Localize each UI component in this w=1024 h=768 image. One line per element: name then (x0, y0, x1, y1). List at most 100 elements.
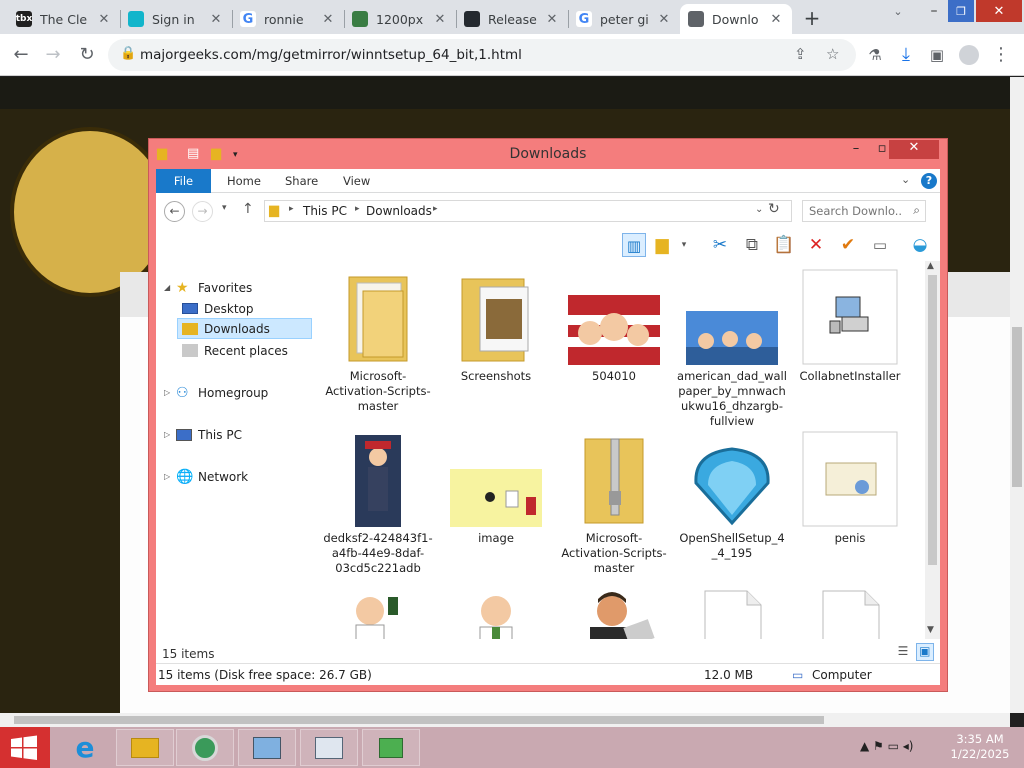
file-item[interactable]: 504010 (559, 265, 669, 384)
task-manager-taskbar-icon[interactable] (300, 729, 358, 766)
control-panel-taskbar-icon[interactable] (238, 729, 296, 766)
nav-desktop[interactable]: Desktop (182, 298, 254, 319)
expanded-triangle-icon[interactable]: ◢ (164, 283, 176, 292)
shell-icon[interactable]: ◒ (908, 233, 932, 257)
paste-clipboard-icon[interactable]: 📋 (772, 233, 796, 257)
bookmark-star-icon[interactable]: ☆ (826, 45, 839, 63)
app-taskbar-icon[interactable] (362, 729, 420, 766)
explorer-minimize-button[interactable]: – (845, 141, 867, 161)
reload-icon[interactable]: ↻ (76, 44, 98, 66)
taskbar-clock[interactable]: 3:35 AM 1/22/2025 (940, 732, 1020, 762)
scroll-down-arrow-icon[interactable]: ▼ (927, 625, 934, 635)
start-button[interactable] (0, 727, 50, 768)
extension-flask-icon[interactable]: ⚗ (864, 44, 886, 66)
explorer-forward-icon[interactable]: → (192, 201, 213, 222)
details-view-icon[interactable]: ☰ (894, 644, 912, 662)
tab-close-icon[interactable]: ✕ (320, 12, 336, 27)
nav-downloads[interactable]: Downloads (177, 318, 312, 339)
copy-icon[interactable]: ⧉ (740, 233, 764, 257)
collapsed-triangle-icon[interactable]: ▷ (164, 388, 176, 397)
file-item[interactable] (677, 589, 787, 639)
file-item[interactable]: OpenShellSetup_4_4_195 (677, 427, 787, 561)
nav-network[interactable]: ▷ 🌐 Network (164, 466, 248, 487)
nav-homegroup[interactable]: ▷ ⚇ Homegroup (164, 382, 268, 403)
browser-tab[interactable]: Sign in ✕ (120, 4, 232, 34)
file-explorer-taskbar-icon[interactable] (116, 729, 174, 766)
chrome-taskbar-icon[interactable] (176, 729, 234, 766)
breadcrumb-this-pc[interactable]: This PC (303, 204, 347, 218)
browser-tab[interactable]: tbx The Cle ✕ (8, 4, 120, 34)
preview-pane-icon[interactable]: ▥ (622, 233, 646, 257)
new-tab-button[interactable]: + (802, 6, 822, 30)
breadcrumb-arrow-icon[interactable]: ▸ (289, 204, 294, 214)
help-icon[interactable]: ? (921, 173, 937, 189)
internet-explorer-icon[interactable]: e (56, 729, 114, 766)
checkmark-icon[interactable]: ✔ (836, 233, 860, 257)
menu-kebab-icon[interactable]: ⋮ (990, 44, 1012, 66)
download-icon[interactable]: ⤓ (895, 44, 917, 66)
page-vertical-scrollbar[interactable] (1010, 77, 1024, 713)
page-horizontal-scrollbar[interactable] (0, 713, 1010, 727)
explorer-back-icon[interactable]: ← (164, 201, 185, 222)
browser-tab[interactable]: Gpeter gi ✕ (568, 4, 680, 34)
up-arrow-icon[interactable]: ↑ (242, 201, 254, 217)
large-icons-view-icon[interactable]: ▣ (915, 643, 934, 661)
tab-close-icon[interactable]: ✕ (768, 12, 784, 27)
browser-tab[interactable]: Gronnie ✕ (232, 4, 344, 34)
breadcrumb-arrow-icon[interactable]: ▸ (433, 204, 438, 214)
explorer-close-button[interactable]: ✕ (889, 140, 939, 159)
browser-tab[interactable]: Release ✕ (456, 4, 568, 34)
select-folder-icon[interactable]: ▆ (650, 233, 674, 257)
address-bar[interactable]: 🔒 majorgeeks.com/mg/getmirror/winntsetup… (108, 39, 856, 71)
tab-search-chevron-icon[interactable]: ⌄ (884, 0, 912, 22)
nav-this-pc[interactable]: ▷ This PC (164, 424, 242, 445)
system-tray-icons[interactable]: ▲ ⚑ ▭ ◂) (860, 739, 913, 753)
file-item[interactable]: image (441, 427, 551, 546)
collapsed-triangle-icon[interactable]: ▷ (164, 430, 176, 439)
file-item[interactable]: CollabnetInstaller (795, 265, 905, 384)
browser-tab[interactable]: Downlo ✕ (680, 4, 792, 34)
cut-scissors-icon[interactable]: ✂ (708, 233, 732, 257)
ribbon-tab-share[interactable]: Share (285, 169, 318, 193)
breadcrumb-downloads[interactable]: Downloads (366, 204, 432, 218)
ribbon-expand-chevron-icon[interactable]: ⌄ (901, 173, 910, 186)
profile-avatar-icon[interactable] (958, 44, 980, 66)
share-icon[interactable]: ⇪ (794, 45, 807, 63)
nav-recent-places[interactable]: Recent places (182, 340, 288, 361)
file-item[interactable] (795, 589, 905, 639)
explorer-search-box[interactable]: ⌕ (802, 200, 926, 222)
forward-arrow-icon[interactable]: → (42, 44, 64, 66)
explorer-address-bar[interactable]: ▆ ▸ This PC ▸ Downloads ▸ ⌄ (264, 200, 792, 222)
refresh-icon[interactable]: ↻ (768, 201, 780, 217)
file-item[interactable] (559, 589, 669, 639)
restore-button[interactable]: ❐ (948, 0, 974, 22)
search-input[interactable] (803, 201, 903, 221)
minimize-button[interactable]: – (920, 0, 948, 22)
recent-locations-dropdown-icon[interactable]: ▾ (222, 203, 227, 213)
tab-close-icon[interactable]: ✕ (656, 12, 672, 27)
ribbon-tab-file[interactable]: File (156, 169, 211, 193)
file-item[interactable]: american_dad_wallpaper_by_mnwachukwu16_d… (677, 265, 787, 429)
tab-close-icon[interactable]: ✕ (96, 12, 112, 27)
browser-tab[interactable]: 1200px ✕ (344, 4, 456, 34)
back-arrow-icon[interactable]: ← (10, 44, 32, 66)
tab-close-icon[interactable]: ✕ (544, 12, 560, 27)
rename-icon[interactable]: ▭ (868, 233, 892, 257)
file-item[interactable] (441, 589, 551, 639)
delete-x-icon[interactable]: ✕ (804, 233, 828, 257)
tab-close-icon[interactable]: ✕ (432, 12, 448, 27)
file-list-scrollbar[interactable]: ▲ ▼ (925, 261, 940, 639)
file-item[interactable] (323, 589, 433, 639)
explorer-title-bar[interactable]: ▆ ▤ ▆ ▾ Downloads – ▫ ✕ (149, 139, 947, 169)
ribbon-tab-view[interactable]: View (343, 169, 370, 193)
collapsed-triangle-icon[interactable]: ▷ (164, 472, 176, 481)
file-item[interactable]: Microsoft-Activation-Scripts-master (559, 427, 669, 576)
select-dropdown-icon[interactable]: ▾ (672, 233, 696, 257)
file-item[interactable]: Screenshots (441, 265, 551, 384)
scroll-up-arrow-icon[interactable]: ▲ (927, 261, 934, 271)
tab-close-icon[interactable]: ✕ (208, 12, 224, 27)
file-item[interactable]: Microsoft-Activation-Scripts-master (323, 265, 433, 414)
file-item[interactable]: penis (795, 427, 905, 546)
close-window-button[interactable]: ✕ (976, 0, 1022, 22)
nav-favorites[interactable]: ◢ ★ Favorites (164, 277, 252, 298)
